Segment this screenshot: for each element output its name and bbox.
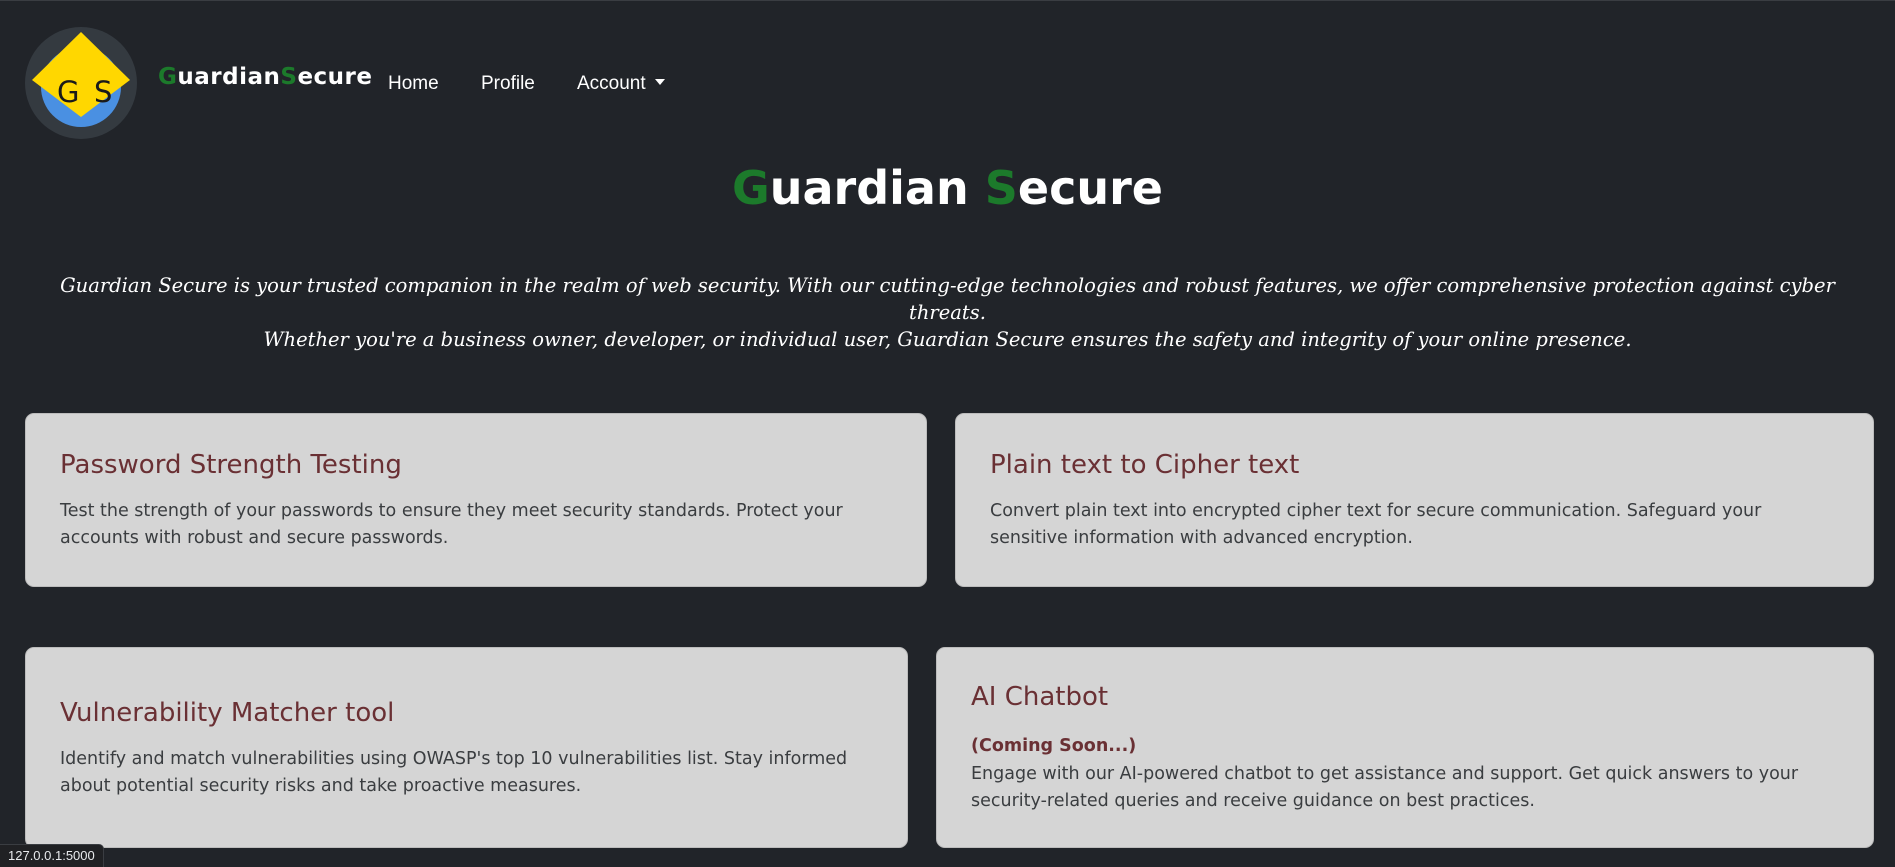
coming-soon-label: (Coming Soon...) [971,736,1137,756]
caret-down-icon [654,79,665,85]
card-text: Identify and match vulnerabilities using… [60,749,848,796]
card-title: Plain text to Cipher text [990,450,1300,480]
hero-description-line-1: Guardian Secure is your trusted companio… [60,274,1835,324]
hero-description-line-2: Whether you're a business owner, develop… [263,328,1632,351]
brand-s: S [280,64,298,90]
page-title: Guardian Secure [0,165,1895,211]
card-vulnerability-matcher[interactable]: Vulnerability Matcher tool Identify and … [25,647,908,848]
card-title: AI Chatbot [971,682,1109,712]
logo-shield-icon: G S [32,32,130,127]
card-ai-chatbot[interactable]: AI Chatbot (Coming Soon...) Engage with … [936,647,1874,848]
title-s: S [984,161,1018,215]
card-title: Vulnerability Matcher tool [60,698,395,728]
status-bar-url: 127.0.0.1:5000 [0,844,104,867]
brand-uardian: uardian [177,64,281,90]
logo-letter-g: G [57,75,79,109]
card-password-strength[interactable]: Password Strength Testing Test the stren… [25,413,927,587]
title-g: G [732,161,770,215]
top-border [0,0,1895,1]
card-title: Password Strength Testing [60,450,402,480]
nav-account-label: Account [577,73,646,94]
nav-profile-link[interactable]: Profile [481,73,535,95]
title-uardian: uardian [769,161,969,215]
title-ecure: ecure [1017,161,1163,215]
logo[interactable]: G S [25,27,137,139]
card-text: Convert plain text into encrypted cipher… [990,501,1762,548]
brand-name[interactable]: GuardianSecure [158,66,373,89]
brand-ecure: ecure [297,64,373,90]
card-text: Test the strength of your passwords to e… [60,501,843,548]
card-text: Engage with our AI-powered chatbot to ge… [971,764,1799,811]
hero-description: Guardian Secure is your trusted companio… [50,272,1845,353]
nav-home-link[interactable]: Home [388,73,439,95]
logo-letter-s: S [94,75,112,109]
card-cipher-text[interactable]: Plain text to Cipher text Convert plain … [955,413,1874,587]
brand-g: G [158,64,178,90]
nav-account-dropdown[interactable]: Account [577,73,665,95]
